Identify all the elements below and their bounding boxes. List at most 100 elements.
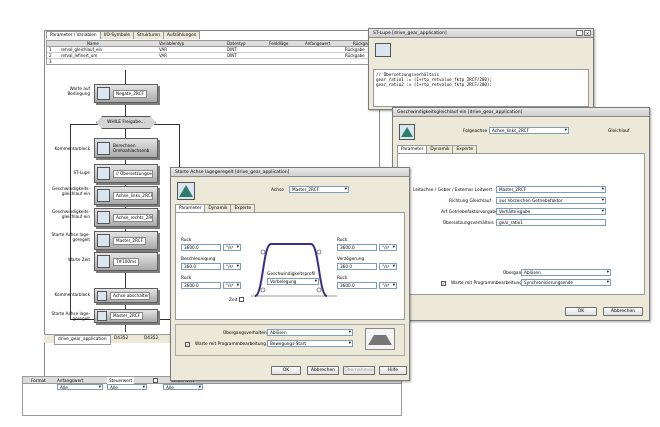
richtung-select[interactable]: aus Vorzeichen Getriebefaktor (496, 197, 606, 204)
tab-aufzaehlungen[interactable]: Aufzählungen (162, 31, 201, 39)
gleichlauf-label: Gleichlauf (608, 129, 630, 134)
while-block[interactable]: WHILE Freigabe... (96, 116, 156, 129)
getriebefaktor-label: Art Getriebefaktorvorgabe (441, 210, 498, 215)
ruck2-input[interactable]: 3600.0 (181, 282, 221, 289)
flow-block-text: Achse_links_2RCF_GL (113, 191, 153, 200)
leitachse-label: Leitachse / Geber / Externer Leitwert (413, 188, 493, 193)
flow-block-gleichlauf-2[interactable]: Achse_rechts_2RCF_GL (94, 208, 158, 227)
magnifier-icon (97, 167, 110, 180)
filter-anfangswert[interactable]: Alle (57, 384, 103, 390)
comment-icon (97, 290, 107, 301)
ruck-right-input[interactable]: 3600.0 (337, 244, 377, 251)
verzoegerung-input[interactable]: 360.0 (337, 263, 377, 270)
lagegeregelt-window: Starte Achse lagegeregelt [drive_gear_ap… (170, 167, 410, 381)
flow-block-wait-time[interactable]: T#100ms (94, 252, 158, 271)
flow-block-st-lupe[interactable]: // Übersetzungsverhält.ni (94, 164, 158, 183)
axis-start-icon (97, 234, 110, 247)
leitachse-select[interactable]: Master_2RCF (496, 186, 606, 193)
tab-dynamik[interactable]: Dynamik (204, 204, 232, 212)
minimize-icon[interactable]: _ (576, 30, 583, 36)
steuer-checkbox[interactable] (153, 378, 158, 383)
code-line: gear_ratio2 := (1+rtp_retvalue_fktp_2RCF… (376, 82, 492, 87)
warte-checkbox[interactable]: ✓ (185, 342, 190, 347)
getriebefaktor-select[interactable]: Verhältnisgabe (496, 208, 606, 215)
achse-label: Achse (271, 188, 284, 193)
tab-io-symbole[interactable]: I/O-Symbole (99, 31, 135, 39)
flow-block-gleichlauf-1[interactable]: Achse_links_2RCF_GL (94, 186, 158, 205)
tab-dynamik[interactable]: Dynamik (426, 145, 454, 153)
warte-select[interactable]: Bewegungs-Start (267, 340, 353, 347)
richtung-label: Richtung Gleichlauf (449, 199, 491, 204)
flow-label: Kommentarblock (54, 292, 90, 297)
ruck-unit-select[interactable]: °/s³ (223, 244, 241, 251)
gl-uebergang-select[interactable]: Ablösen (521, 269, 611, 276)
gleichlauf-titlebar[interactable]: Geschwindigkeitsgleichlauf ein [drive_ge… (393, 108, 649, 117)
flow-block-text: // Übersetzungsverhält.ni (113, 169, 153, 178)
lagegeregelt-tabs: Parameter Dynamik Experte (175, 204, 256, 212)
zeit-label: Zeit (229, 298, 238, 303)
beschleunigung-input[interactable]: 360.0 (181, 263, 221, 270)
gl-ok-button[interactable]: OK (565, 307, 597, 316)
tab-experte[interactable]: Experte (452, 145, 478, 153)
ruck2-unit-select[interactable]: °/s³ (223, 282, 241, 289)
beschleunigung-unit-select[interactable]: °/s² (223, 263, 241, 270)
verzoegerung-unit-select[interactable]: °/s² (379, 263, 397, 270)
var-tabs: Parameter / Variablen I/O-Symbole Strukt… (46, 31, 201, 39)
ruck-handle-3[interactable] (260, 287, 266, 293)
flow-block-text: Negate_2RCF (113, 89, 147, 98)
tab-drive-gear-application[interactable]: drive_gear_application (54, 335, 111, 345)
tab-strukturen[interactable]: Strukturen (133, 31, 164, 39)
tab-d4352-b[interactable]: D4352 (144, 335, 158, 343)
while-label: WHILE Freigabe... (107, 120, 145, 125)
folgeachse-label: Folgeachse (463, 129, 488, 134)
ruck-handle-4[interactable] (316, 287, 322, 293)
achse-select[interactable]: Master_2RCF (289, 186, 349, 193)
apply-button[interactable]: Übernehmen (343, 366, 375, 375)
flow-block-start-axis-2[interactable]: Master_2RCF (94, 309, 158, 323)
beschleunigung-label: Beschleunigung (181, 257, 216, 262)
uebergang-select[interactable]: Ablösen (267, 329, 353, 336)
profile-select[interactable]: Vorbelegung (267, 278, 319, 285)
gear-sync-icon (97, 189, 110, 202)
folgeachse-select[interactable]: Achse_links_2RCF (489, 127, 569, 134)
zeit-checkbox[interactable] (239, 297, 244, 302)
st-code-editor[interactable]: // Übersetzungsverhältnis gear_ratio1 :=… (373, 69, 589, 107)
flow-block-comment-2[interactable]: Achse abschalten (94, 288, 158, 303)
tab-parameter-variablen[interactable]: Parameter / Variablen (46, 31, 101, 39)
flow-block-text: Berechnen Drehzahlachsenb (113, 143, 150, 153)
flow-block-wait[interactable]: Negate_2RCF (94, 84, 158, 103)
flow-label: Geschwindigkeits-gleichlauf ein (51, 209, 90, 219)
tab-d4352-a[interactable]: D4352 (114, 335, 128, 343)
lagegeregelt-titlebar[interactable]: Starte Achse lagegeregelt [drive_gear_ap… (171, 168, 409, 177)
ruck-right2-unit-select[interactable]: °/s³ (379, 282, 397, 289)
gl-warte-label: Warte mit Programmbearbeitung (451, 281, 523, 286)
ruck-right-unit-select[interactable]: °/s³ (379, 244, 397, 251)
gl-warte-select[interactable]: Synchronisierungsende (521, 279, 611, 286)
help-button[interactable]: Hilfe (379, 366, 407, 375)
close-icon[interactable]: × (584, 30, 591, 36)
tab-parameter[interactable]: Parameter (175, 204, 206, 212)
flow-label: Warte auf Bedingung (67, 86, 90, 96)
ruck-input[interactable]: 3600.0 (181, 244, 221, 251)
uebersetzung-input[interactable]: gear_ratio1 (496, 219, 606, 226)
gl-cancel-button[interactable]: Abbrechen (603, 307, 643, 316)
cancel-button[interactable]: Abbrechen (307, 366, 339, 375)
ruck-handle-2[interactable] (316, 249, 322, 255)
gl-warte-checkbox[interactable]: ✓ (441, 281, 446, 286)
filter-steuerwert-2[interactable]: Alle (163, 384, 203, 390)
table-row[interactable]: 3 (47, 59, 377, 65)
ok-button[interactable]: OK (271, 366, 301, 375)
st-lupe-titlebar[interactable]: ST-Lupe [drive_gear_application] _ × (369, 29, 593, 38)
ruck-handle-1[interactable] (260, 249, 266, 255)
flow-label: Starte Achse lage-geregelt (51, 311, 90, 321)
tab-experte[interactable]: Experte (230, 204, 256, 212)
filter-steuerwert[interactable]: Alle (107, 384, 147, 390)
flow-label: Starte Achse lage-geregelt (51, 232, 90, 242)
profile-label: Geschwindigkeitsprofil (267, 272, 316, 277)
lagegeregelt-icon (177, 182, 195, 200)
flow-block-comment[interactable]: Berechnen Drehzahlachsenb (94, 138, 158, 158)
gleichlauf-tabs: Parameter Dynamik Experte (397, 145, 478, 153)
flow-block-start-axis[interactable]: Master_2RCF (94, 231, 158, 250)
ruck-right2-input[interactable]: 3600.0 (337, 282, 377, 289)
tab-parameter[interactable]: Parameter (397, 145, 428, 153)
